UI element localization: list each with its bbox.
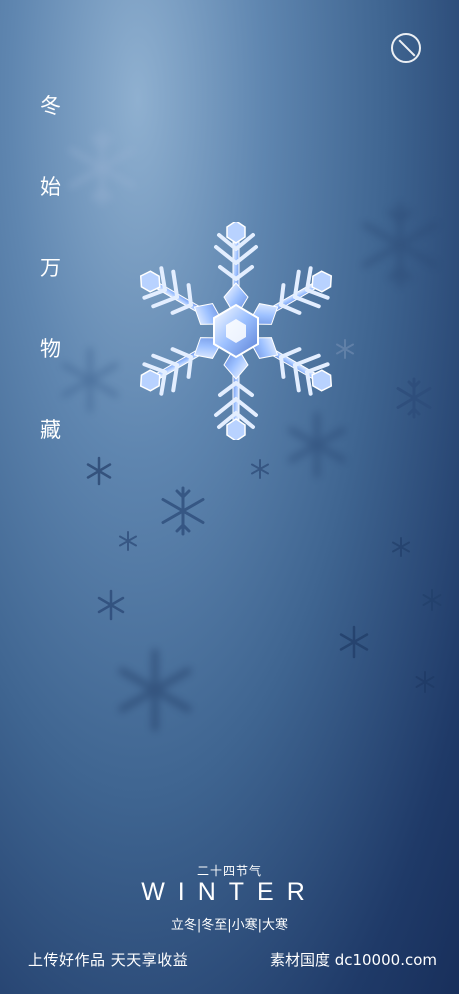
snowflake-icon [251,459,269,479]
snowflake-icon [415,671,435,693]
snowflake-icon [97,589,125,621]
slogan-char-1: 冬 [40,94,61,118]
slogan-char-3: 万 [40,256,61,280]
snowflake-icon [61,347,119,413]
snowflake-icon [68,129,136,207]
snowflake-icon [339,625,369,659]
season-title: WINTER [141,878,318,906]
snowflake-icon [392,537,410,557]
solar-term-label: 二十四节气 [196,864,262,878]
main-snowflake-icon [128,222,344,440]
snowflake-icon [362,202,438,288]
snowflake-icon [86,456,112,486]
snowflake-icon [118,648,192,732]
footer-right-text: 素材国度 dc10000.com [269,951,437,969]
vertical-slogan: 冬 始 万 物 藏 [40,90,64,495]
snowflake-icon [119,531,137,551]
slogan-char-2: 始 [40,175,61,199]
solar-terms-list: 立冬|冬至|小寒|大寒 [170,918,289,933]
snowflake-icon [288,412,346,478]
snowflake-icon [422,589,442,611]
snowflake-icon [336,339,354,359]
poster: 冬 始 万 物 藏 二十四节气 WINTER 立冬|冬至|小寒|大寒 上传好作品… [0,0,459,994]
circle-slash-icon[interactable] [391,33,421,63]
snowflake-icon [161,486,205,536]
slogan-char-5: 藏 [40,418,61,442]
snowflake-icon [396,377,432,419]
footer-left-text: 上传好作品 天天享收益 [28,951,189,969]
